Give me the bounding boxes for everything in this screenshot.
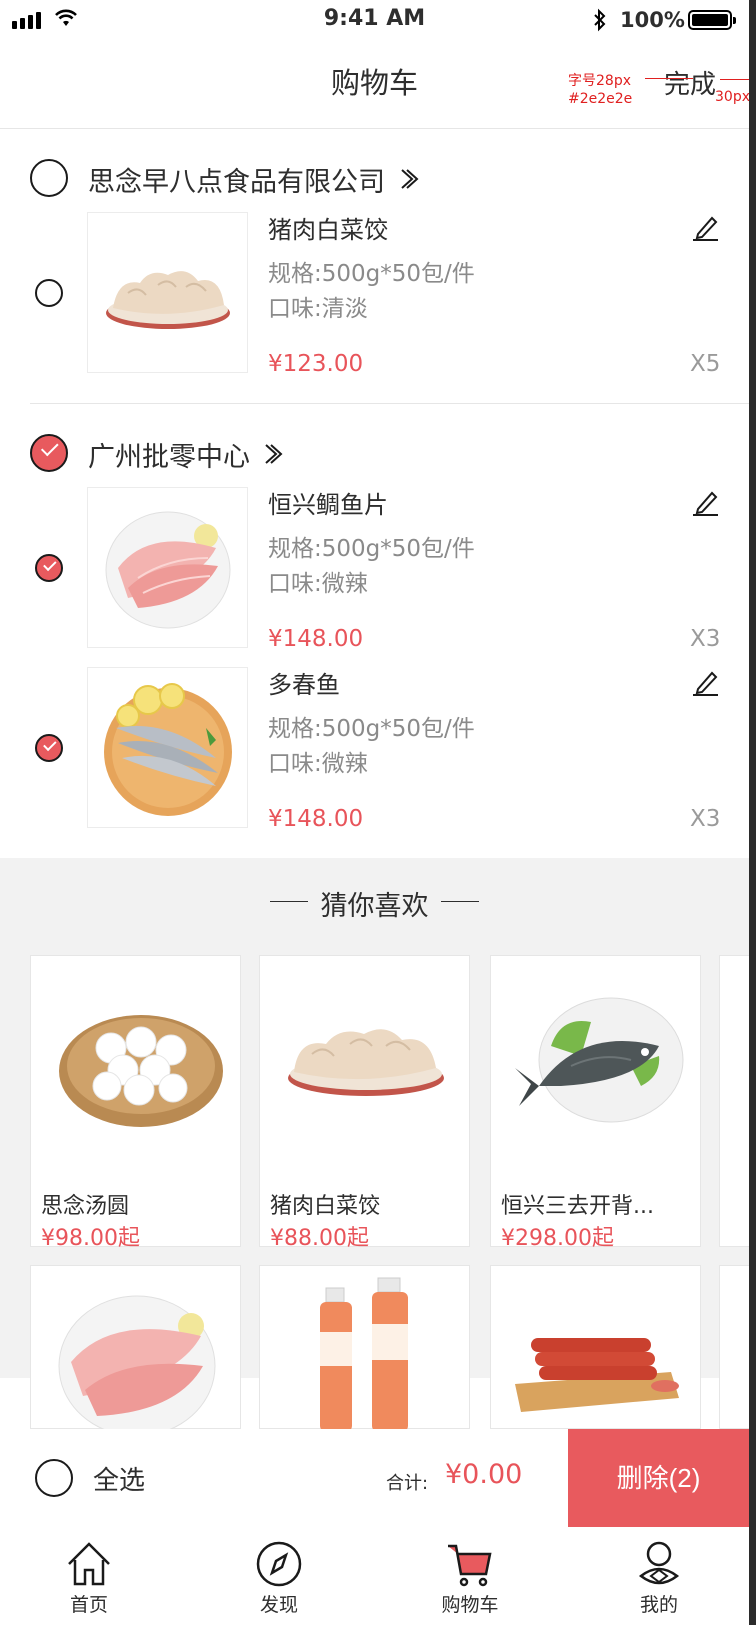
compass-icon [256,1541,302,1587]
product-card[interactable]: 猪肉白菜饺 ¥88.00起 [259,955,470,1251]
product-image-capelin[interactable] [87,667,248,828]
item-checkbox[interactable] [35,279,63,307]
total-label: 合计: [386,1473,429,1494]
product-image-fish-fillet [31,1266,240,1430]
chevron-right-icon[interactable] [262,443,284,465]
item-quantity: X3 [690,806,721,832]
status-bar: 9:41 AM 100% [0,0,749,42]
cart-page: 9:41 AM 100% 购物车 完成 字号28px #2e2e2e 30px … [0,0,756,1625]
annotation-line [720,79,750,80]
shop-name[interactable]: 思念早八点食品有限公司 [88,160,385,199]
item-spec: 规格:500g*50包/件 [268,716,475,742]
product-image-fish-fillet[interactable] [87,487,248,648]
annotation-color: #2e2e2e [568,91,633,107]
bluetooth-icon [594,8,606,32]
annotation-spacing: 30px [715,89,750,105]
title-line [441,901,479,902]
item-checkbox[interactable] [35,734,63,762]
item-checkbox[interactable] [35,554,63,582]
fish-fillet-image [105,511,231,629]
select-all-checkbox[interactable] [35,1459,73,1497]
chevron-right-icon[interactable] [398,168,420,190]
cart-icon [448,1544,492,1587]
product-image-juice [260,1266,469,1430]
battery-icon [688,10,736,30]
product-name: 恒兴三去开背... [501,1194,654,1219]
item-name[interactable]: 猪肉白菜饺 [268,210,388,245]
tab-profile[interactable]: 我的 [609,1540,709,1617]
item-price: ¥123.00 [268,351,364,377]
divider [0,128,749,129]
product-image-dumplings[interactable] [87,212,248,373]
product-name: 猪肉白菜饺 [270,1194,381,1219]
product-card[interactable]: 恒兴三去开背... ¥298.00起 [490,955,701,1251]
item-spec: 规格:500g*50包/件 [268,536,475,562]
tab-label: 我的 [639,1594,678,1616]
item-taste: 口味:清淡 [268,296,368,322]
delete-button[interactable]: 删除(2) [568,1429,749,1527]
tab-label: 发现 [259,1594,298,1616]
item-price: ¥148.00 [268,626,364,652]
tab-label: 购物车 [441,1594,499,1616]
item-quantity: X3 [690,626,721,652]
shop-checkbox[interactable] [30,434,68,472]
screen-edge [749,0,756,1625]
battery-percent: 100% [620,8,685,32]
annotation-font-size: 字号28px [568,73,631,89]
tab-cart[interactable]: 购物车 [420,1540,520,1617]
product-card[interactable]: 思念汤圆 ¥98.00起 [30,955,241,1251]
tab-home[interactable]: 首页 [39,1540,139,1617]
tab-label: 首页 [69,1594,108,1616]
product-image-fish [491,956,700,1166]
done-button[interactable]: 完成 [664,64,716,101]
recommend-title: 猜你喜欢 [320,891,429,922]
annotation-line [645,78,693,79]
select-all-label[interactable]: 全选 [93,1460,145,1497]
shop-name[interactable]: 广州批零中心 [88,435,250,474]
product-name: 思念汤圆 [41,1194,130,1219]
edit-icon[interactable] [690,667,720,697]
item-taste: 口味:微辣 [268,751,368,777]
product-image-sausage [491,1266,700,1430]
item-name[interactable]: 恒兴鲷鱼片 [268,485,388,520]
user-icon [638,1541,680,1585]
shop-checkbox[interactable] [30,159,68,197]
capelin-image [104,683,232,816]
item-quantity: X5 [690,351,721,377]
tab-discover[interactable]: 发现 [229,1540,329,1617]
total-value: ¥0.00 [445,1459,523,1490]
edit-icon[interactable] [690,487,720,517]
home-icon [68,1542,110,1586]
item-spec: 规格:500g*50包/件 [268,261,475,287]
edit-icon[interactable] [690,212,720,242]
product-card[interactable] [30,1265,241,1430]
product-image-tangyuan [31,956,240,1166]
item-price: ¥148.00 [268,806,364,832]
page-title: 购物车 [330,66,418,100]
divider [30,403,749,404]
product-card[interactable] [490,1265,701,1429]
product-card[interactable] [259,1265,470,1430]
product-price: ¥98.00起 [41,1226,140,1251]
item-name[interactable]: 多春鱼 [268,665,340,700]
dumplings-image [106,271,230,329]
product-price: ¥88.00起 [270,1226,369,1251]
product-image-dumplings [260,956,469,1166]
item-taste: 口味:微辣 [268,571,368,597]
product-price: ¥298.00起 [501,1226,614,1251]
